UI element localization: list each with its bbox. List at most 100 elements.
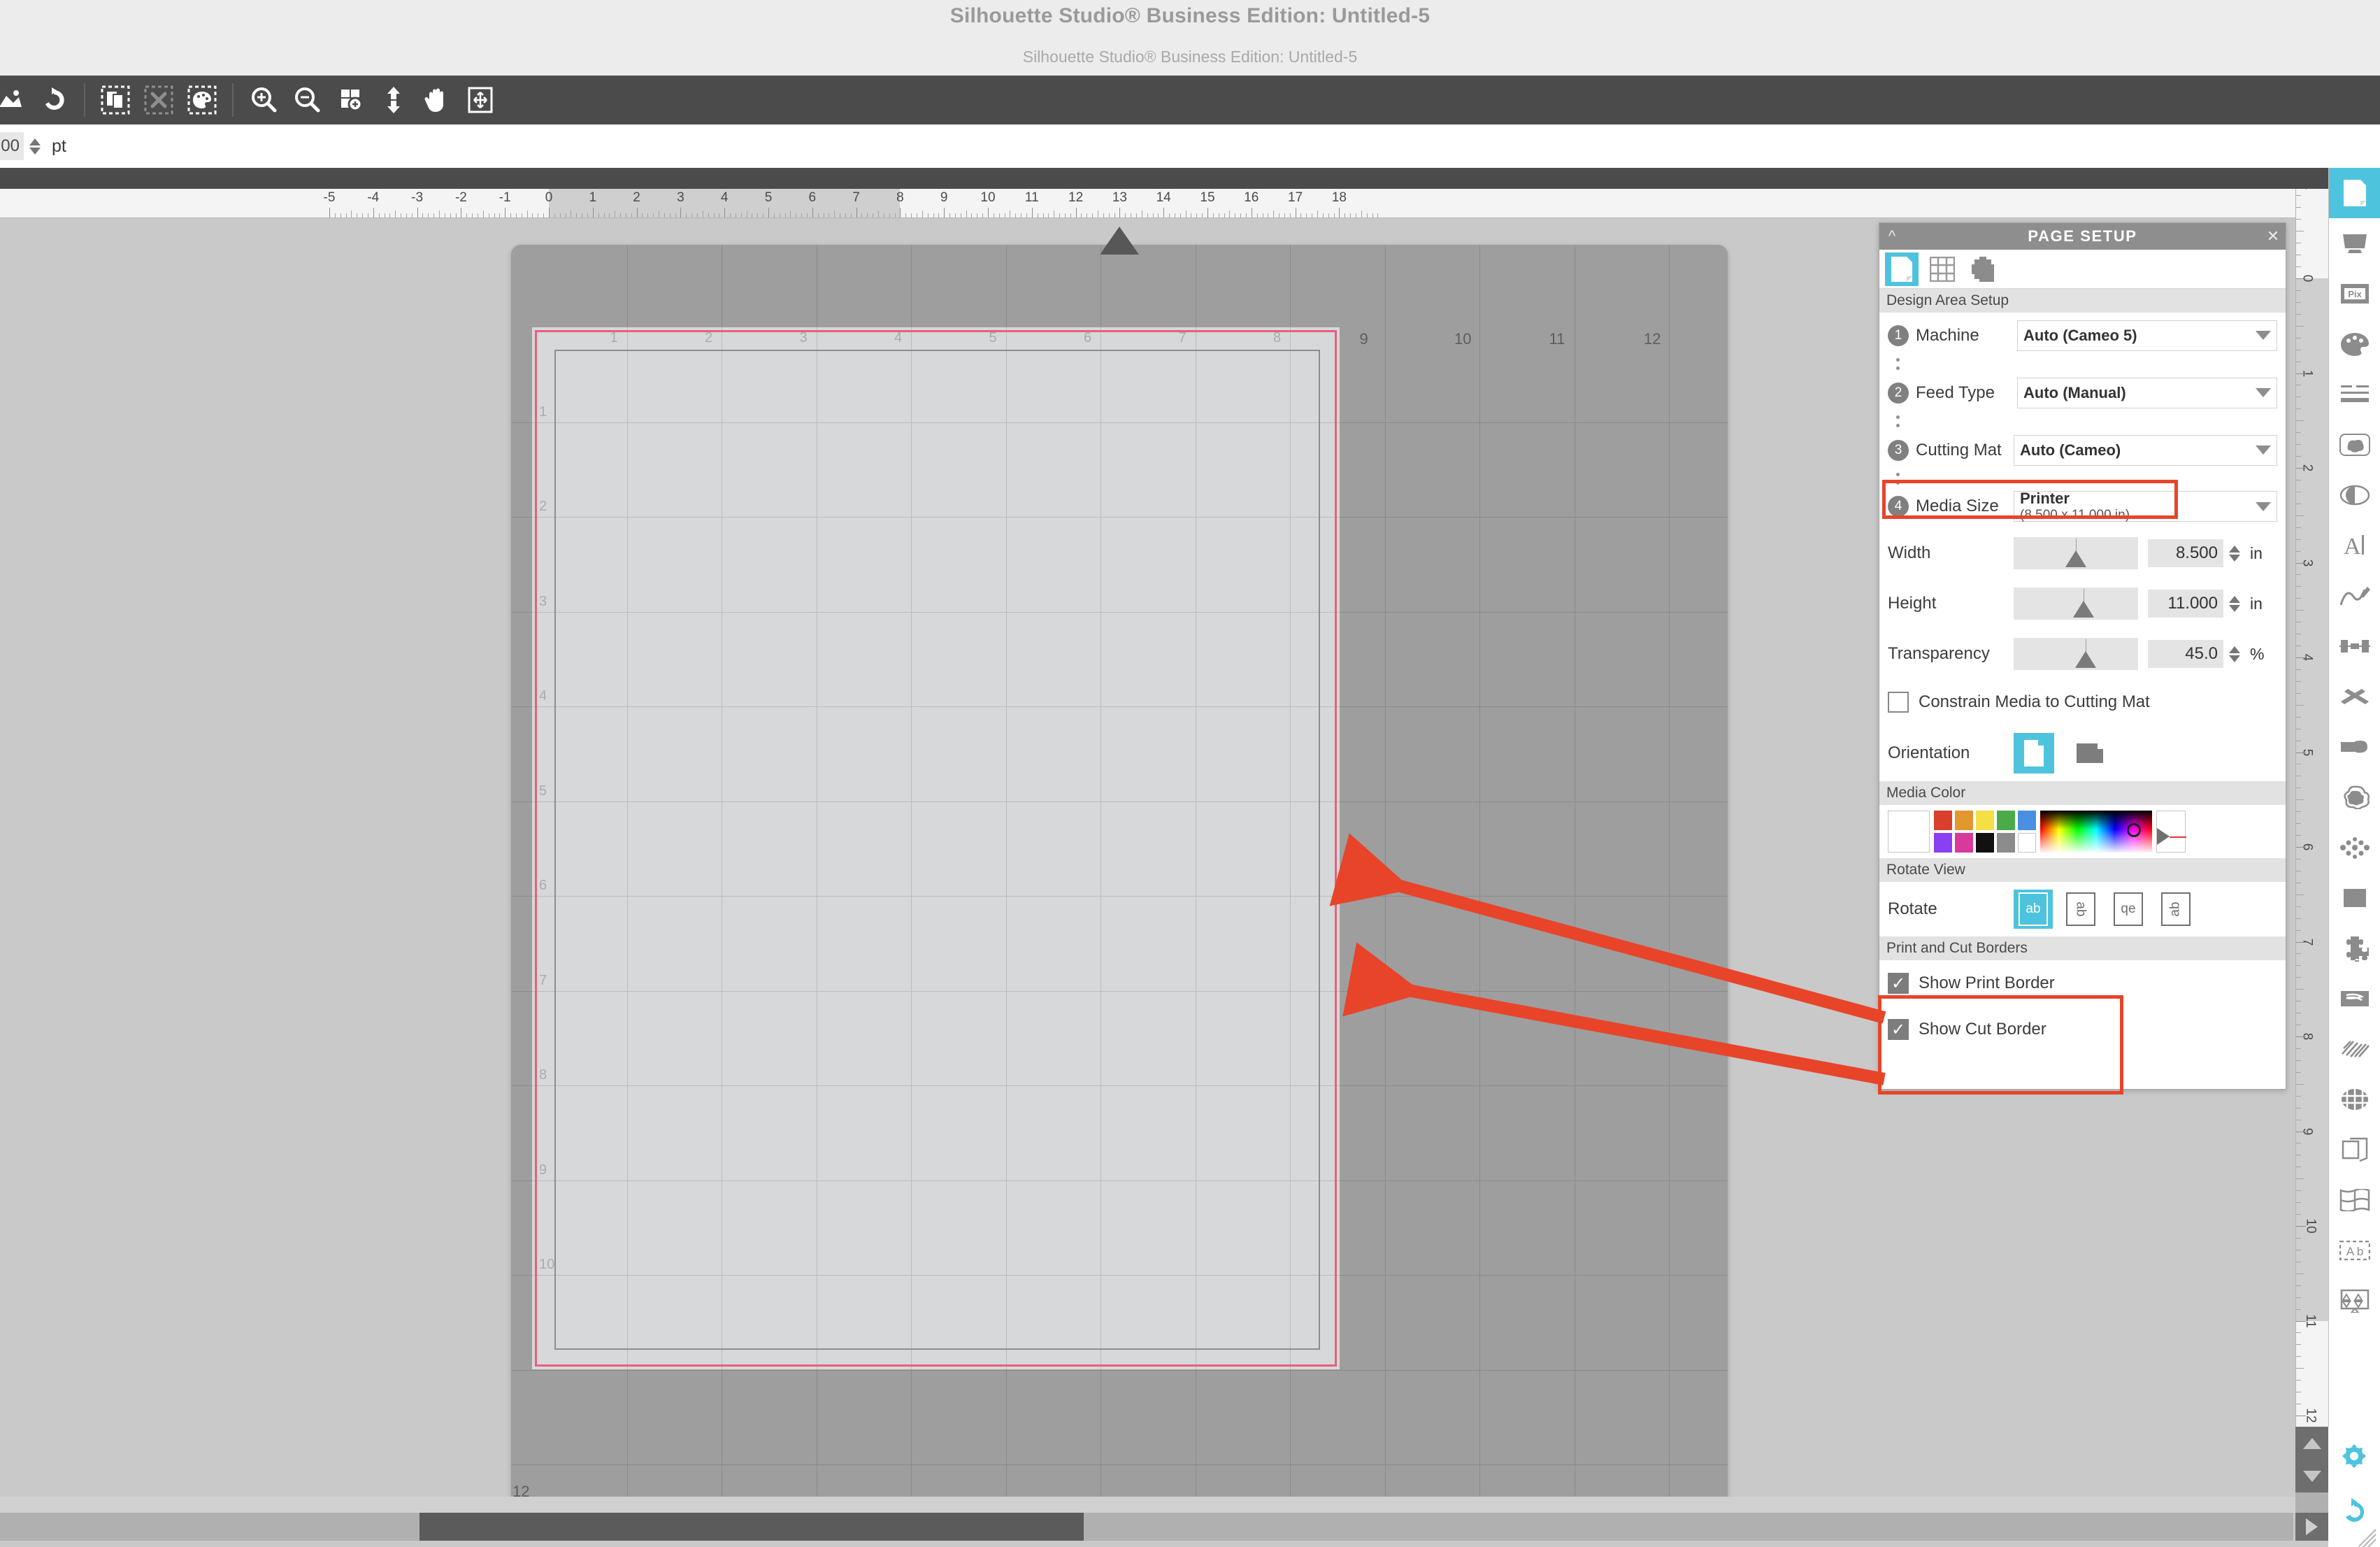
shadow-icon[interactable]	[2329, 470, 2380, 520]
media-color-swatch[interactable]	[2018, 811, 2036, 830]
constrain-media-row[interactable]: Constrain Media to Cutting Mat	[1879, 679, 2286, 725]
sketch-style-icon[interactable]	[2329, 420, 2380, 470]
hatch-fill-icon[interactable]	[2329, 1024, 2380, 1074]
window-resize-grip[interactable]	[2353, 1520, 2377, 1547]
height-stepper[interactable]	[2229, 595, 2240, 612]
panel-tab-page[interactable]	[1885, 252, 1919, 286]
zoom-selection-icon[interactable]	[329, 76, 372, 124]
zoom-in-icon[interactable]	[242, 76, 285, 124]
jigsaw-icon[interactable]	[2329, 923, 2380, 974]
scroll-up-button[interactable]	[2295, 1427, 2328, 1460]
transparency-slider-thumb[interactable]	[2075, 651, 2097, 668]
page-setup-icon[interactable]	[2329, 168, 2380, 218]
rotate-180-button[interactable]: qe	[2109, 890, 2148, 929]
media-page[interactable]: 1 2 3 4 5 6 7 8 1 2 3 4 5 6 7 8 9 10	[532, 327, 1340, 1369]
pen-tool-icon[interactable]	[2329, 571, 2380, 621]
transparency-slider[interactable]	[2014, 638, 2138, 670]
ruler-label: 18	[1331, 190, 1347, 205]
rotate-90-button[interactable]: ab	[2061, 890, 2100, 929]
deselect-icon[interactable]	[137, 76, 180, 124]
media-color-swatch[interactable]	[1976, 811, 1994, 830]
height-slider[interactable]	[2014, 587, 2138, 620]
pan-hand-icon[interactable]	[415, 76, 459, 124]
swatch-white-large[interactable]	[1888, 811, 1930, 853]
fit-to-window-icon[interactable]	[372, 76, 415, 124]
stroke-width-value[interactable]: 00	[0, 132, 24, 160]
window-title-bar: Silhouette Studio® Business Edition: Unt…	[0, 0, 2380, 76]
text-on-path-icon[interactable]: A b	[2329, 1225, 2380, 1276]
show-cut-border-checkbox[interactable]: ✓	[1888, 1019, 1909, 1040]
replicate-icon[interactable]	[32, 76, 76, 124]
media-color-swatch[interactable]	[1934, 811, 1952, 830]
media-color-swatch[interactable]	[1955, 811, 1973, 830]
panel-expand-button[interactable]	[2295, 1513, 2328, 1541]
cutting-mat-dropdown[interactable]: Auto (Cameo)	[2014, 434, 2277, 466]
panel-tab-registration[interactable]	[1966, 252, 2000, 286]
open-file-icon[interactable]	[0, 76, 32, 124]
gradient-output-swatch[interactable]	[2156, 811, 2186, 853]
orientation-landscape-button[interactable]	[2070, 733, 2110, 774]
nesting-icon[interactable]	[2329, 1276, 2380, 1326]
preferences-gear-icon[interactable]	[2328, 1431, 2380, 1481]
ruler-minor-tick	[878, 211, 879, 218]
panel-tab-grid[interactable]	[1926, 252, 1959, 286]
line-style-icon[interactable]	[2329, 369, 2380, 420]
show-cut-border-row[interactable]: ✓ Show Cut Border	[1879, 1006, 2286, 1053]
horizontal-scrollbar-thumb[interactable]	[420, 1513, 1084, 1541]
width-slider-thumb[interactable]	[2065, 550, 2086, 567]
page-setup-panel[interactable]: ^ PAGE SETUP ✕ Design Area Setup 1 Machi…	[1879, 222, 2286, 1090]
constrain-media-checkbox[interactable]	[1888, 692, 1909, 713]
horizontal-ruler[interactable]: -5 -4 -3 -2 -1 0 1 2 3 4 5 6 7 8 9 10 11 12 13 14 15 16 17 18	[0, 189, 2328, 218]
media-color-swatch[interactable]	[1997, 811, 2015, 830]
show-print-border-checkbox[interactable]: ✓	[1888, 973, 1909, 994]
close-icon[interactable]: ✕	[2260, 227, 2286, 245]
cutting-mat[interactable]: 8910111212 1234567812345678910 S silhoue…	[511, 227, 1728, 1497]
horizontal-scrollbar[interactable]	[0, 1513, 2293, 1541]
orientation-portrait-button[interactable]	[2014, 733, 2054, 774]
zoom-out-icon[interactable]	[285, 76, 329, 124]
rotate-270-button[interactable]: ab	[2156, 890, 2195, 929]
vertical-scrollbar[interactable]	[2295, 1427, 2328, 1513]
media-color-swatch[interactable]	[1955, 833, 1973, 853]
media-size-dropdown[interactable]: Printer (8.500 x 11.000 in)	[2014, 490, 2277, 522]
machine-dropdown[interactable]: Auto (Cameo 5)	[2017, 320, 2277, 351]
fill-palette-icon[interactable]	[2329, 319, 2380, 369]
reposition-icon[interactable]	[459, 76, 502, 124]
stipple-icon[interactable]	[2329, 822, 2380, 873]
height-slider-thumb[interactable]	[2072, 601, 2094, 618]
knife-tools-icon[interactable]	[2329, 671, 2380, 722]
height-value[interactable]: 11.000	[2148, 590, 2223, 618]
width-stepper[interactable]	[2229, 545, 2240, 562]
chevron-up-icon[interactable]: ^	[1879, 227, 1905, 245]
media-color-swatch[interactable]	[1997, 833, 2015, 853]
scroll-down-button[interactable]	[2295, 1460, 2328, 1492]
media-color-swatch[interactable]	[1976, 833, 1994, 853]
transparency-stepper[interactable]	[2229, 646, 2240, 662]
show-print-border-row[interactable]: ✓ Show Print Border	[1879, 960, 2286, 1006]
width-slider[interactable]	[2014, 537, 2138, 569]
vertical-ruler[interactable]: -10123456789101112	[2295, 189, 2328, 1497]
conical-warp-icon[interactable]	[2329, 1175, 2380, 1225]
rhinestone-icon[interactable]	[2329, 772, 2380, 822]
media-color-swatch[interactable]	[2018, 833, 2036, 853]
select-duplicate-icon[interactable]	[94, 76, 137, 124]
dot-pattern-icon[interactable]	[2329, 873, 2380, 923]
stroke-width-stepper[interactable]	[29, 138, 41, 155]
rotate-0-button[interactable]: ab	[2014, 890, 2053, 929]
color-gradient-picker[interactable]	[2040, 811, 2152, 853]
select-by-color-icon[interactable]	[180, 76, 224, 124]
feed-type-dropdown[interactable]: Auto (Manual)	[2017, 377, 2277, 408]
width-value[interactable]: 8.500	[2148, 539, 2223, 567]
ruler-minor-tick	[905, 213, 907, 218]
align-icon[interactable]	[2329, 621, 2380, 671]
sketch-fill-icon[interactable]	[2329, 974, 2380, 1024]
offset-icon[interactable]	[2329, 722, 2380, 772]
media-color-swatch[interactable]	[1934, 833, 1952, 853]
pixscan-icon[interactable]: Pix	[2329, 269, 2380, 319]
cutting-mat-icon[interactable]	[2329, 218, 2380, 269]
svg-text:A: A	[2344, 534, 2361, 558]
warp-grid-icon[interactable]	[2329, 1074, 2380, 1125]
perspective-icon[interactable]	[2329, 1125, 2380, 1175]
text-style-icon[interactable]: A	[2329, 520, 2380, 571]
transparency-value[interactable]: 45.0	[2148, 640, 2223, 668]
